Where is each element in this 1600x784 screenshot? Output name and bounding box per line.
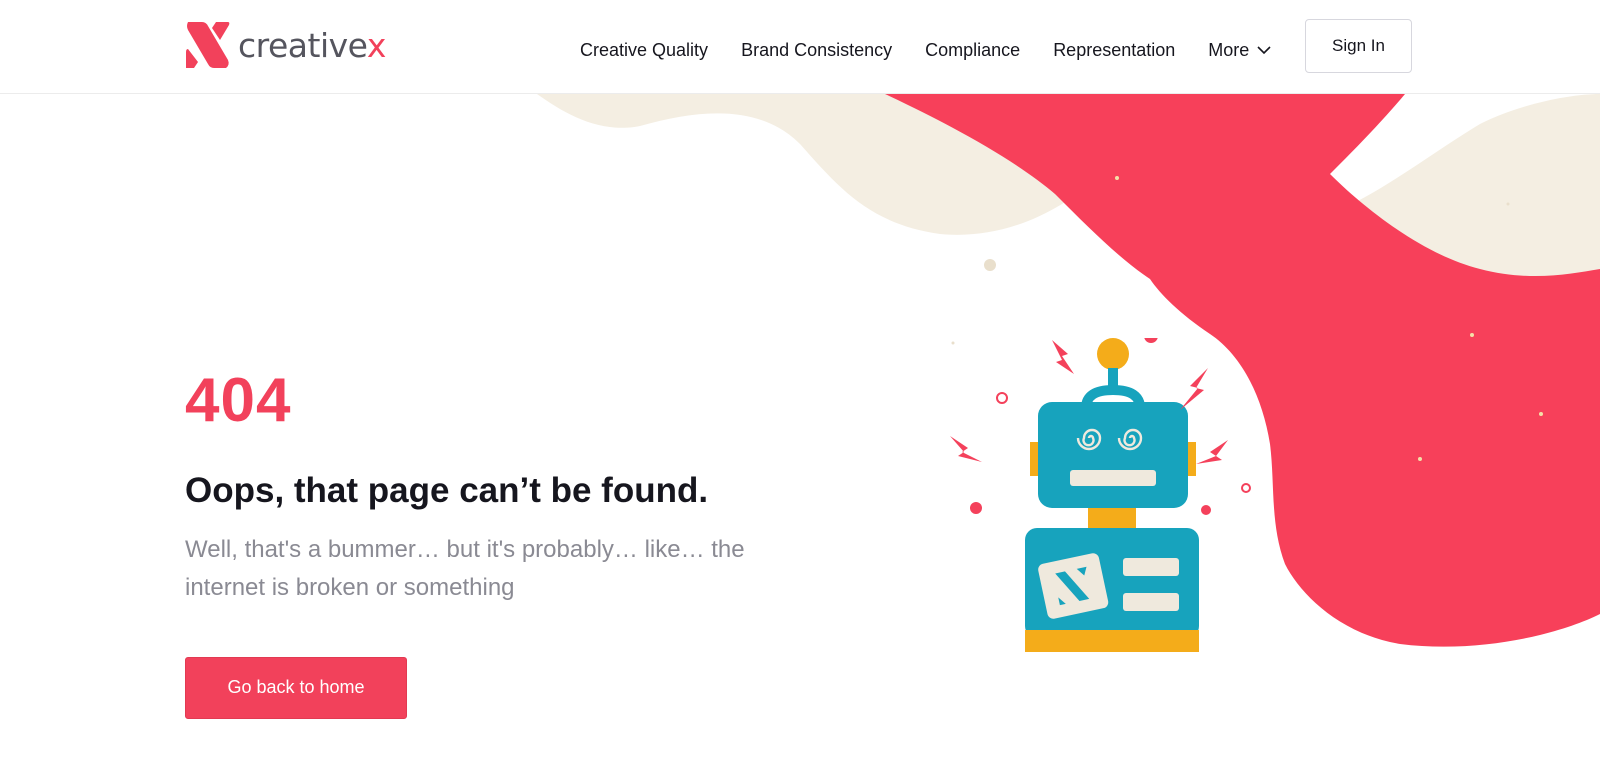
robot-mouth xyxy=(1070,470,1156,486)
creativex-logo[interactable]: creativex xyxy=(186,22,386,68)
robot-panel-bar xyxy=(1123,593,1179,611)
error-content: 404 Oops, that page can’t be found. Well… xyxy=(185,370,765,719)
chevron-down-icon xyxy=(1257,46,1271,55)
error-title: Oops, that page can’t be found. xyxy=(185,471,709,510)
logo-wordmark: creativex xyxy=(238,29,386,62)
spark-ring xyxy=(1241,483,1251,493)
nav-item-more[interactable]: More xyxy=(1208,40,1271,61)
dot xyxy=(1470,333,1474,337)
spark-dot xyxy=(970,502,982,514)
spark-dot xyxy=(1144,338,1158,343)
robot-panel-bar xyxy=(1123,558,1179,576)
creativex-logo-icon xyxy=(186,22,230,68)
dot xyxy=(1115,176,1119,180)
broken-robot-illustration xyxy=(950,338,1251,652)
robot-head xyxy=(1038,402,1188,508)
nav-item-creative-quality[interactable]: Creative Quality xyxy=(580,40,708,61)
nav-item-representation[interactable]: Representation xyxy=(1053,40,1175,61)
robot-neck xyxy=(1088,508,1136,528)
site-header: creativex Creative Quality Brand Consist… xyxy=(0,0,1600,94)
spark-dot xyxy=(1201,505,1211,515)
go-back-home-button[interactable]: Go back to home xyxy=(185,656,407,719)
nav-item-more-label: More xyxy=(1208,40,1250,60)
dot xyxy=(1506,202,1510,206)
logo-wordmark-prefix: creative xyxy=(238,25,367,65)
robot-base xyxy=(1025,630,1199,652)
error-description: Well, that's a bummer… but it's probably… xyxy=(185,535,745,601)
spark-ring xyxy=(996,392,1008,404)
nav-item-brand-consistency[interactable]: Brand Consistency xyxy=(741,40,892,61)
dot xyxy=(1539,412,1543,416)
dot xyxy=(984,259,996,271)
error-code: 404 xyxy=(185,366,292,435)
nav-item-compliance[interactable]: Compliance xyxy=(925,40,1020,61)
robot-antenna-ball xyxy=(1097,338,1129,370)
logo-wordmark-suffix: x xyxy=(366,25,387,65)
dot xyxy=(1418,457,1422,461)
main-nav: Creative Quality Brand Consistency Compl… xyxy=(580,40,1271,61)
spark-line xyxy=(1204,359,1223,367)
sign-in-button[interactable]: Sign In xyxy=(1305,19,1412,73)
